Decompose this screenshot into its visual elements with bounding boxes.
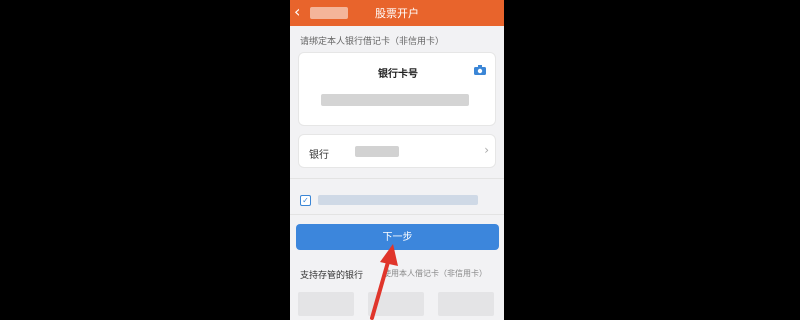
annotation-arrow-icon [370,244,398,320]
